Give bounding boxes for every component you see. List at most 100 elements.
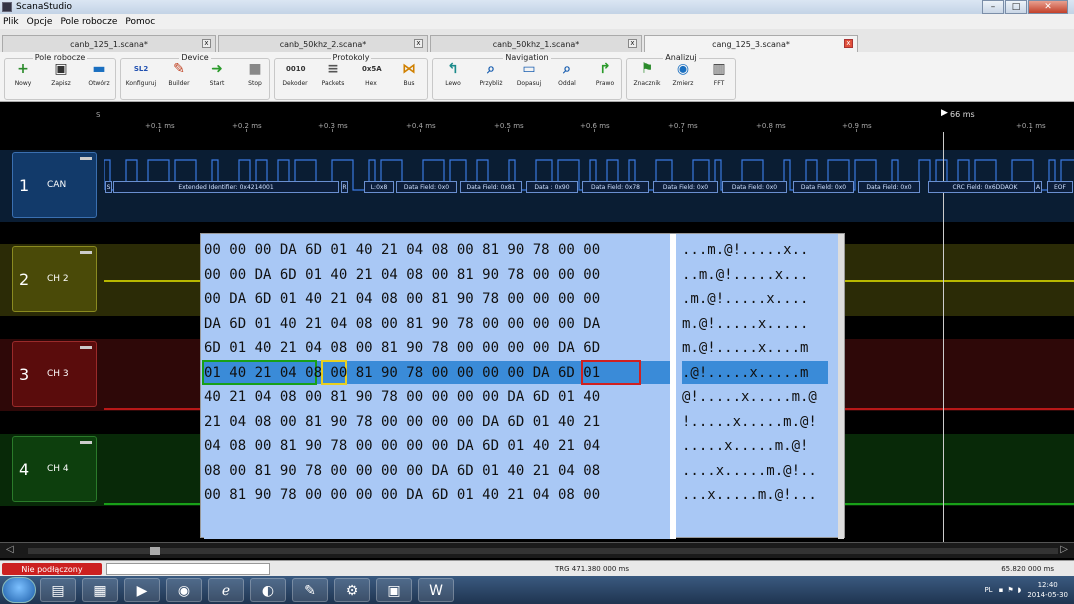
ascii-row[interactable]: m.@!.....x.....	[682, 312, 808, 336]
toolbar-button-fft[interactable]: ▥ FFT	[702, 58, 736, 92]
tab-canb-50khz-1[interactable]: canb_50khz_1.scana* x	[430, 35, 642, 52]
hex-row[interactable]: 00 81 90 78 00 00 00 00 DA 6D 01 40 21 0…	[204, 483, 600, 507]
toolbar-button-dopasuj[interactable]: ▭ Dopasuj	[512, 58, 546, 92]
toolbar-button-builder[interactable]: ✎ Builder	[162, 58, 196, 92]
scroll-track[interactable]	[28, 548, 1058, 554]
toolbar-button-otw-rz[interactable]: ▬ Otwórz	[82, 58, 116, 92]
decoded-field[interactable]: S	[105, 181, 112, 193]
scanastudio-task-icon[interactable]: ▣	[376, 578, 412, 602]
decoded-field[interactable]: Data Field: 0x81	[460, 181, 522, 193]
word-icon[interactable]: W	[418, 578, 454, 602]
clock[interactable]: 12:40 2014-05-30	[1027, 580, 1068, 600]
time-marker-line[interactable]	[943, 132, 944, 542]
toolbar-button-nowy[interactable]: + Nowy	[6, 58, 40, 92]
ascii-row[interactable]: ..m.@!.....x...	[682, 263, 808, 287]
tab-close-icon[interactable]: x	[414, 39, 423, 48]
hex-row[interactable]: DA 6D 01 40 21 04 08 00 81 90 78 00 00 0…	[204, 312, 600, 336]
ascii-row[interactable]: m.@!.....x....m	[682, 336, 808, 360]
language-indicator[interactable]: PL	[984, 586, 992, 594]
toolbar-button-dekoder[interactable]: 0010 Dekoder	[278, 58, 312, 92]
channel-1-can[interactable]: 1 CAN	[12, 152, 97, 218]
tab-close-icon[interactable]: x	[628, 39, 637, 48]
hex-grid[interactable]: 00 00 00 DA 6D 01 40 21 04 08 00 81 90 7…	[202, 234, 670, 539]
toolbar-button-przybli-[interactable]: ⌕ Przybliż	[474, 58, 508, 92]
hex-row[interactable]: 40 21 04 08 00 81 90 78 00 00 00 00 DA 6…	[204, 385, 600, 409]
network-icon[interactable]: ▪	[999, 586, 1004, 594]
decoded-field[interactable]: L:0x8	[364, 181, 394, 193]
decoded-field[interactable]: CRC Field: 0x6DDAOK	[928, 181, 1042, 193]
tools-icon[interactable]: ⚙	[334, 578, 370, 602]
toolbar-button-znacznik[interactable]: ⚑ Znacznik	[630, 58, 664, 92]
hex-row[interactable]: 00 DA 6D 01 40 21 04 08 00 81 90 78 00 0…	[204, 287, 600, 311]
tab-close-icon[interactable]: x	[202, 39, 211, 48]
decoded-field[interactable]: Extended Identifier: 0x4214001	[113, 181, 339, 193]
decoded-field[interactable]: R	[341, 181, 348, 193]
hex-row[interactable]: 01 40 21 04 08 00 81 90 78 00 00 00 00 D…	[204, 361, 600, 385]
time-marker-flag[interactable]: ▶	[941, 108, 948, 118]
toolbar-button-hex[interactable]: 0x5A Hex	[354, 58, 388, 92]
start-button[interactable]	[2, 577, 36, 603]
channel-2[interactable]: 2 CH 2	[12, 246, 97, 312]
channel-4[interactable]: 4 CH 4	[12, 436, 97, 502]
firefox-icon[interactable]: ◐	[250, 578, 286, 602]
ascii-row[interactable]: @!.....x.....m.@	[682, 385, 817, 409]
decoded-field[interactable]: Data Field: 0x78	[582, 181, 649, 193]
scroll-right-icon[interactable]: ▷	[1060, 544, 1068, 555]
decoded-field[interactable]: Data Field: 0x0	[793, 181, 854, 193]
tab-canb-125-1[interactable]: canb_125_1.scana* x	[2, 35, 216, 52]
horizontal-scrollbar[interactable]: ◁ ▷	[0, 542, 1074, 558]
toolbar-button-prawo[interactable]: ↱ Prawo	[588, 58, 622, 92]
decoded-field[interactable]: Data Field: 0x0	[858, 181, 920, 193]
hex-row[interactable]: 6D 01 40 21 04 08 00 81 90 78 00 00 00 0…	[204, 336, 600, 360]
status-input[interactable]	[106, 563, 270, 575]
ie-icon[interactable]: ℯ	[208, 578, 244, 602]
hex-view-panel[interactable]: 00 00 00 DA 6D 01 40 21 04 08 00 81 90 7…	[200, 233, 845, 539]
ascii-row[interactable]: .m.@!.....x....	[682, 287, 808, 311]
toolbar-button-zmierz[interactable]: ◉ Zmierz	[666, 58, 700, 92]
minimize-button[interactable]: –	[982, 0, 1004, 14]
toolbar-button-oddal[interactable]: ⌕ Oddal	[550, 58, 584, 92]
decoded-field[interactable]: Data Field: 0x0	[653, 181, 718, 193]
decoded-field[interactable]: EOF	[1047, 181, 1073, 193]
ascii-grid[interactable]: ...m.@!.....x.. ..m.@!.....x... .m.@!.....…	[682, 234, 837, 539]
menu-plik[interactable]: Plik	[3, 17, 19, 27]
scroll-left-icon[interactable]: ◁	[6, 544, 14, 555]
tab-close-icon[interactable]: x	[844, 39, 853, 48]
toolbar-button-packets[interactable]: ≡ Packets	[316, 58, 350, 92]
close-button[interactable]: ✕	[1028, 0, 1068, 14]
menu-pole-robocze[interactable]: Pole robocze	[60, 17, 117, 27]
hex-row[interactable]: 04 08 00 81 90 78 00 00 00 00 DA 6D 01 4…	[204, 434, 600, 458]
menu-opcje[interactable]: Opcje	[27, 17, 53, 27]
ascii-row[interactable]: ...m.@!.....x..	[682, 238, 808, 262]
decoded-field[interactable]: Data Field: 0x0	[396, 181, 457, 193]
media-icon[interactable]: ▶	[124, 578, 160, 602]
toolbar-button-start[interactable]: ➜ Start	[200, 58, 234, 92]
hex-row[interactable]: 00 00 DA 6D 01 40 21 04 08 00 81 90 78 0…	[204, 263, 600, 287]
channel-3[interactable]: 3 CH 3	[12, 341, 97, 407]
maximize-button[interactable]: □	[1005, 0, 1027, 14]
tab-canb-50khz-2[interactable]: canb_50khz_2.scana* x	[218, 35, 428, 52]
hex-row[interactable]: 08 00 81 90 78 00 00 00 00 DA 6D 01 40 2…	[204, 459, 600, 483]
menu-pomoc[interactable]: Pomoc	[125, 17, 155, 27]
hex-row[interactable]: 00 00 00 DA 6D 01 40 21 04 08 00 81 90 7…	[204, 238, 600, 262]
scroll-thumb[interactable]	[150, 547, 160, 555]
decoded-field[interactable]: Data Field: 0x0	[722, 181, 787, 193]
volume-icon[interactable]: ◗	[1018, 586, 1022, 594]
ascii-row[interactable]: !.....x.....m.@!	[682, 410, 817, 434]
toolbar-button-zapisz[interactable]: ▣ Zapisz	[44, 58, 78, 92]
paint-icon[interactable]: ✎	[292, 578, 328, 602]
toolbar-button-lewo[interactable]: ↰ Lewo	[436, 58, 470, 92]
decoded-field[interactable]: A	[1034, 181, 1042, 193]
decoded-field[interactable]: Data : 0x90	[526, 181, 578, 193]
ascii-row[interactable]: .....x.....m.@!	[682, 434, 808, 458]
tab-cang-125-3[interactable]: cang_125_3.scana* x	[644, 35, 858, 52]
explorer-icon[interactable]: ▤	[40, 578, 76, 602]
hex-scrollbar[interactable]	[838, 234, 844, 539]
hex-row[interactable]: 21 04 08 00 81 90 78 00 00 00 00 DA 6D 0…	[204, 410, 600, 434]
toolbar-button-bus[interactable]: ⋈ Bus	[392, 58, 426, 92]
chrome-icon[interactable]: ◉	[166, 578, 202, 602]
toolbar-button-stop[interactable]: ■ Stop	[238, 58, 272, 92]
toolbar-button-konfiguruj[interactable]: SL2 Konfiguruj	[124, 58, 158, 92]
flag-icon[interactable]: ⚑	[1007, 586, 1013, 594]
ascii-row[interactable]: ...x.....m.@!...	[682, 483, 817, 507]
